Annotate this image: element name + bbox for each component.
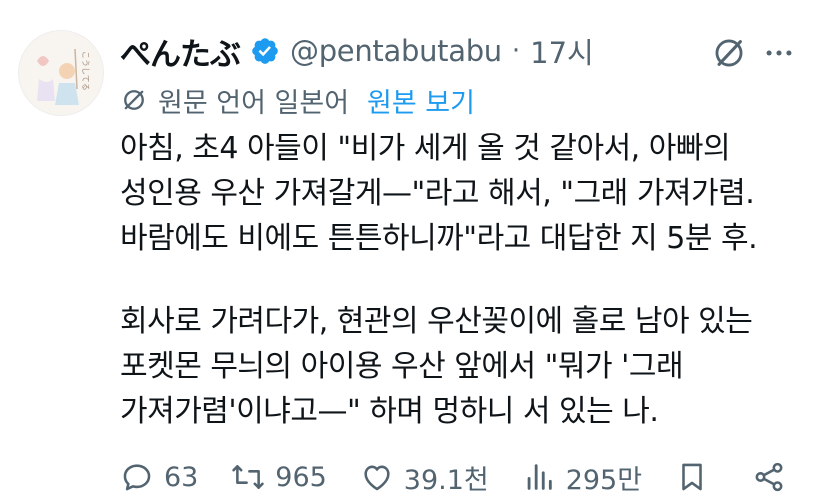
post-text-line: 아침, 초4 아들이 "비가 세게 올 것 같아서, 아빠의: [120, 131, 731, 166]
display-name[interactable]: ぺんたぶ: [120, 29, 241, 74]
verified-badge-icon: [252, 38, 278, 64]
like-count: 39.1천: [403, 464, 489, 496]
reply-icon: [123, 464, 151, 491]
views-button[interactable]: 295만: [522, 458, 642, 497]
avatar-illustration: こうしてる: [19, 31, 103, 115]
translation-row: 원문 언어 일본어 원본 보기: [120, 80, 475, 120]
bookmark-button[interactable]: [675, 460, 719, 494]
view-count: 295만: [565, 464, 643, 496]
post-body: 아침, 초4 아들이 "비가 세게 올 것 같아서, 아빠의 성인용 우산 가져…: [120, 126, 800, 434]
user-handle[interactable]: @pentabutabu: [290, 34, 502, 68]
translation-label: 원문 언어 일본어: [158, 87, 350, 119]
translate-icon: [124, 90, 144, 110]
post-text-line: 회사로 가려다가, 현관의 우산꽂이에 홀로 남아 있는: [120, 304, 753, 339]
post-time[interactable]: 17시: [530, 30, 594, 72]
show-original-link[interactable]: 원본 보기: [367, 81, 475, 120]
post-text-line: 바람에도 비에도 튼튼하니까"라고 대답한 지 5분 후.: [120, 221, 758, 256]
reply-button[interactable]: 63: [120, 460, 198, 494]
repost-button[interactable]: 965: [231, 460, 327, 494]
analytics-icon: [527, 464, 552, 490]
heart-icon: [364, 465, 390, 491]
repost-count: 965: [275, 461, 327, 493]
post-header: ぺんたぶ @pentabutabu · 17시: [120, 28, 796, 74]
like-button[interactable]: 39.1천: [360, 458, 489, 497]
more-options-icon[interactable]: [762, 36, 796, 70]
reply-count: 63: [164, 461, 199, 493]
action-bar: 63 965 39.1천 295만: [120, 455, 796, 499]
bookmark-icon: [682, 463, 702, 491]
avatar-text: こうしてる: [81, 51, 90, 91]
repost-icon: [232, 465, 265, 489]
share-button[interactable]: [752, 460, 796, 494]
share-icon: [755, 462, 783, 492]
post-text-line: 포켓몬 무늬의 아이용 우산 앞에서 "뭐가 '그래: [120, 349, 684, 384]
avatar[interactable]: こうしてる: [18, 30, 104, 116]
separator-dot: ·: [511, 36, 521, 66]
post-text-line: 가져가렴'이냐고—" 하며 멍하니 서 있는 나.: [120, 394, 659, 429]
grok-icon[interactable]: [712, 36, 746, 70]
post-text-line: 성인용 우산 가져갈게—"라고 해서, "그래 가져가렴.: [120, 176, 755, 211]
